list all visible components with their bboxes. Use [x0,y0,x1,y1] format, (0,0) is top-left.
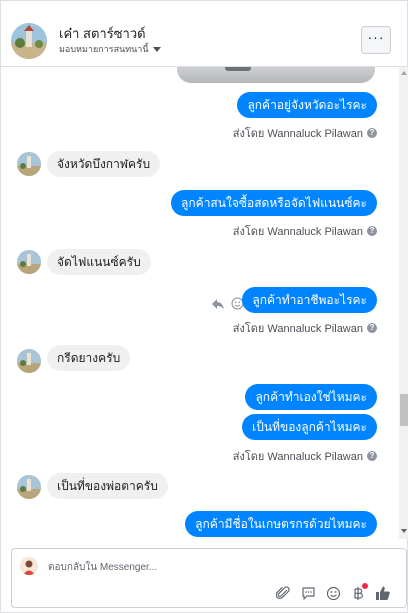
message-incoming[interactable]: จังหวัดบึงกาฬครับ [47,151,161,177]
page-avatar[interactable] [11,23,47,59]
composer-toolbar [275,583,391,601]
message-incoming[interactable]: เป็นที่ของพ่อตาครับ [47,473,168,499]
paperclip-icon[interactable] [275,585,291,601]
help-icon[interactable]: ? [367,323,377,333]
sent-by-row: ส่งโดย Wannaluck Pilawan ? [233,124,377,142]
message-outgoing[interactable]: ลูกค้าอยู่จังหวัดอะไรคะ [237,92,377,118]
message-outgoing[interactable]: ลูกค้าสนใจซื้อสดหรือจัดไฟแนนซ์คะ [171,190,377,216]
messenger-window: เค๋า สตาร์ซาวด์ มอบหมายการสนทนานี้ ··· ล… [0,0,408,613]
sent-by-label: ส่งโดย Wannaluck Pilawan [232,451,363,463]
user-avatar [20,557,38,575]
caret-down-icon [152,46,161,52]
message-outgoing[interactable]: ลูกค้าทำเองใช่ไหมคะ [245,384,377,410]
message-actions [211,297,244,313]
message-outgoing[interactable]: เป็นที่ของลูกค้าไหมคะ [242,414,377,440]
sent-by-row: ส่งโดย Wannaluck Pilawan ? [233,222,377,240]
message-incoming[interactable]: จัดไฟแนนซ์ครับ [47,249,151,275]
sent-by-label: ส่งโดย Wannaluck Pilawan [232,128,363,140]
reply-icon[interactable] [211,298,225,313]
customer-avatar[interactable] [17,349,41,373]
assign-label: มอบหมายการสนทนานี้ [59,44,149,54]
scroll-up-arrow-icon[interactable] [401,71,407,75]
customer-avatar[interactable] [17,475,41,499]
assign-conversation-dropdown[interactable]: มอบหมายการสนทนานี้ [59,42,161,56]
message-outgoing[interactable]: ลูกค้ามีชื่อในเกษตรกรด้วยไหมคะ [185,511,377,537]
sent-by-label: ส่งโดย Wannaluck Pilawan [232,226,363,238]
scroll-down-arrow-icon[interactable] [401,529,407,533]
sent-by-label: ส่งโดย Wannaluck Pilawan [232,323,363,335]
message-incoming[interactable]: กรีดยางครับ [47,345,131,371]
help-icon[interactable]: ? [367,226,377,236]
more-icon: ··· [367,29,385,45]
thumbs-up-icon[interactable] [375,585,391,601]
help-icon[interactable]: ? [367,128,377,138]
help-icon[interactable]: ? [367,451,377,461]
conversation-header: เค๋า สตาร์ซาวด์ มอบหมายการสนทนานี้ ··· [1,1,407,67]
customer-avatar[interactable] [17,250,41,274]
scrollbar-thumb[interactable] [400,394,408,426]
more-options-button[interactable]: ··· [361,26,391,54]
saved-reply-icon[interactable] [300,585,316,601]
reply-input[interactable] [48,559,388,575]
sent-by-row: ส่งโดย Wannaluck Pilawan ? [233,319,377,337]
shared-image-preview[interactable] [177,67,375,83]
page-name: เค๋า สตาร์ซาวด์ [59,26,146,41]
message-outgoing[interactable]: ลูกค้าทำอาชีพอะไรคะ [242,287,377,313]
sent-by-row: ส่งโดย Wannaluck Pilawan ? [233,447,377,465]
reply-composer [11,548,407,608]
message-thread: ลูกค้าอยู่จังหวัดอะไรคะ ส่งโดย Wannaluck… [1,67,399,539]
baht-icon[interactable] [350,583,368,601]
notification-dot [362,583,368,589]
emoji-icon[interactable] [325,585,341,601]
thread-scrollbar[interactable] [399,67,408,539]
customer-avatar[interactable] [17,152,41,176]
